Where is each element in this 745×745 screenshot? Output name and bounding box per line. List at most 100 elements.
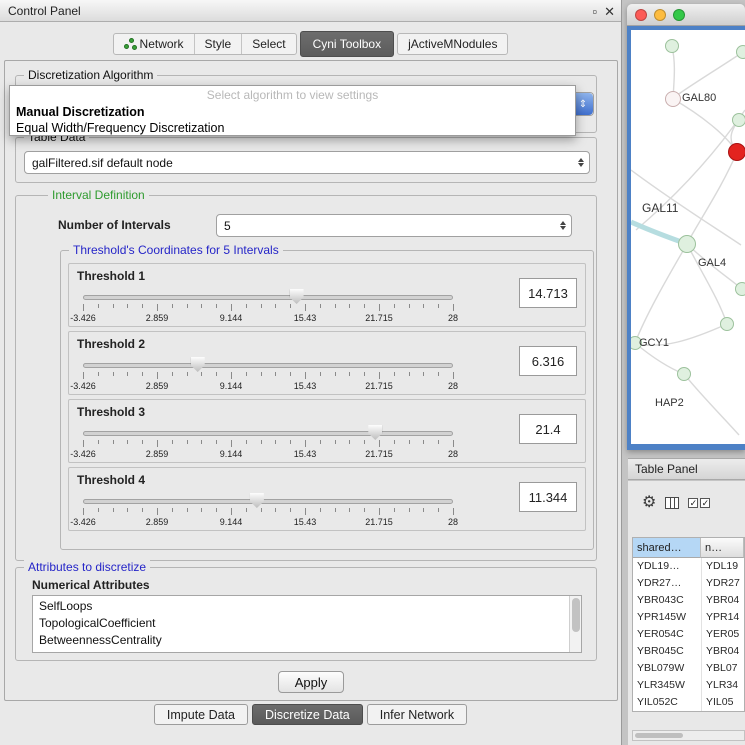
numerical-attributes-list[interactable]: SelfLoopsTopologicalCoefficientBetweenne… <box>32 595 582 653</box>
network-node[interactable] <box>736 45 745 59</box>
tick-mark <box>201 304 202 308</box>
threshold-label: Threshold 3 <box>77 405 145 419</box>
tab-group: NetworkStyleSelect <box>113 33 297 55</box>
tab-select[interactable]: Select <box>241 34 295 54</box>
tick-mark <box>423 304 424 308</box>
table-row[interactable]: YLR345WYLR34 <box>633 677 744 694</box>
slider-track[interactable] <box>83 363 453 368</box>
tick-mark <box>98 508 99 512</box>
threshold-slider[interactable]: -3.4262.8599.14415.4321.71528 <box>83 288 453 326</box>
table-row[interactable]: YIL052CYIL05 <box>633 694 744 711</box>
table-row[interactable]: YBR045CYBR04 <box>633 643 744 660</box>
slider-track[interactable] <box>83 431 453 436</box>
slider-thumb-icon[interactable] <box>191 357 205 372</box>
tick-mark <box>290 440 291 444</box>
float-window-icon[interactable]: ▫ <box>592 5 597 18</box>
network-node[interactable] <box>735 282 745 296</box>
bottom-tab-discretize-data[interactable]: Discretize Data <box>252 704 363 725</box>
tick-mark <box>364 304 365 308</box>
scale-label: 21.715 <box>365 381 393 391</box>
table-cell: YDR27 <box>701 575 744 592</box>
column-header[interactable]: shared… <box>633 538 701 558</box>
bottom-tab-infer-network[interactable]: Infer Network <box>367 704 467 725</box>
scale-label: 21.715 <box>365 449 393 459</box>
apply-button[interactable]: Apply <box>278 671 344 693</box>
combo-arrows-icon[interactable]: ⇕ <box>573 93 593 115</box>
tick-mark <box>453 508 454 515</box>
column-header[interactable]: n… <box>701 538 744 558</box>
tick-mark <box>290 304 291 308</box>
threshold-slider[interactable]: -3.4262.8599.14415.4321.71528 <box>83 424 453 462</box>
threshold-value-box[interactable]: 21.4 <box>519 414 577 444</box>
checkbox-checked-icon[interactable]: ✓ <box>700 498 710 508</box>
checkbox-checked-icon[interactable]: ✓ <box>688 498 698 508</box>
scale-label: 28 <box>448 517 458 527</box>
close-window-icon[interactable]: ✕ <box>604 5 615 18</box>
list-scrollbar[interactable] <box>569 596 581 652</box>
threshold-label: Threshold 1 <box>77 269 145 283</box>
tab-network[interactable]: Network <box>114 34 194 54</box>
table-data-combo[interactable]: galFiltered.sif default node <box>24 151 590 174</box>
table-row[interactable]: YPR145WYPR14 <box>633 609 744 626</box>
network-node[interactable] <box>720 317 734 331</box>
slider-track[interactable] <box>83 499 453 504</box>
slider-track[interactable] <box>83 295 453 300</box>
table-row[interactable]: YBR043CYBR04 <box>633 592 744 609</box>
tick-mark <box>201 508 202 512</box>
tick-mark <box>98 304 99 308</box>
scrollbar-thumb[interactable] <box>572 598 580 632</box>
list-item[interactable]: BetweennessCentrality <box>39 632 581 649</box>
minimize-traffic-light-icon[interactable] <box>654 9 666 21</box>
network-canvas[interactable]: GAL80GAL4GCY1GAL11HAP2 <box>631 30 745 444</box>
tick-mark <box>246 508 247 512</box>
tab-jactivemnodules[interactable]: jActiveMNodules <box>397 33 508 55</box>
bottom-tab-impute-data[interactable]: Impute Data <box>154 704 248 725</box>
zoom-traffic-light-icon[interactable] <box>673 9 685 21</box>
number-of-intervals-combo[interactable]: 5 <box>216 214 572 237</box>
scrollbar-thumb[interactable] <box>635 733 683 738</box>
table-row[interactable]: YDR27…YDR27 <box>633 575 744 592</box>
slider-thumb-icon[interactable] <box>368 425 382 440</box>
tick-mark <box>320 508 321 512</box>
threshold-value-box[interactable]: 14.713 <box>519 278 577 308</box>
tick-mark <box>438 372 439 376</box>
dropdown-placeholder: Select algorithm to view settings <box>10 86 575 104</box>
network-node[interactable] <box>665 91 681 107</box>
close-traffic-light-icon[interactable] <box>635 9 647 21</box>
tab-cyni-toolbox[interactable]: Cyni Toolbox <box>300 31 394 57</box>
list-item[interactable]: TopologicalCoefficient <box>39 615 581 632</box>
threshold-value-box[interactable]: 11.344 <box>519 482 577 512</box>
tick-mark <box>172 372 173 376</box>
tick-mark <box>379 508 380 515</box>
cyni-toolbox-panel: Discretization Algorithm ⇕ Select algori… <box>4 60 618 701</box>
network-node[interactable] <box>732 113 745 127</box>
network-view-window: GAL80GAL4GCY1GAL11HAP2 <box>627 4 745 450</box>
network-node[interactable] <box>677 367 691 381</box>
threshold-slider[interactable]: -3.4262.8599.14415.4321.71528 <box>83 492 453 530</box>
slider-thumb-icon[interactable] <box>290 289 304 304</box>
tick-mark <box>305 372 306 379</box>
threshold-value-box[interactable]: 6.316 <box>519 346 577 376</box>
tick-mark <box>83 372 84 379</box>
table-row[interactable]: YER054CYER05 <box>633 626 744 643</box>
node-label: GAL11 <box>642 201 678 215</box>
list-item[interactable]: SelfLoops <box>39 598 581 615</box>
tick-mark <box>275 508 276 512</box>
scale-label: 2.859 <box>146 449 169 459</box>
scale-label: 28 <box>448 381 458 391</box>
network-node[interactable] <box>665 39 679 53</box>
dropdown-option[interactable]: Manual Discretization <box>10 104 575 120</box>
tick-mark <box>231 508 232 515</box>
columns-icon[interactable] <box>665 497 679 509</box>
table-horizontal-scrollbar[interactable] <box>632 730 745 741</box>
tick-mark <box>335 440 336 444</box>
table-row[interactable]: YDL19…YDL19 <box>633 558 744 575</box>
dropdown-option[interactable]: Equal Width/Frequency Discretization <box>10 120 575 136</box>
network-node[interactable] <box>678 235 696 253</box>
threshold-slider[interactable]: -3.4262.8599.14415.4321.71528 <box>83 356 453 394</box>
gear-icon[interactable]: ⚙ <box>642 495 656 511</box>
table-row[interactable]: YBL079WYBL07 <box>633 660 744 677</box>
network-node[interactable] <box>728 143 745 161</box>
slider-thumb-icon[interactable] <box>250 493 264 508</box>
tab-style[interactable]: Style <box>194 34 242 54</box>
